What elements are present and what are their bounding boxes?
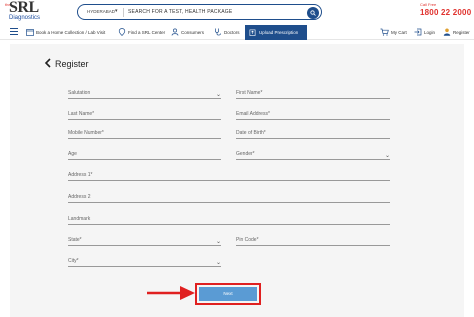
call-label: Call Free bbox=[420, 2, 437, 7]
city-selector[interactable]: HYDERABAD bbox=[87, 9, 115, 14]
srl-logo[interactable]: the SRL Diagnostics bbox=[5, 0, 53, 23]
divider bbox=[123, 8, 124, 17]
location-pin-icon bbox=[118, 28, 126, 36]
nav-label: Consumers bbox=[181, 29, 205, 35]
last-name-field[interactable]: Last Name* bbox=[68, 108, 221, 120]
login-link[interactable]: Login bbox=[414, 24, 435, 40]
age-field[interactable]: Age bbox=[68, 148, 221, 160]
upload-icon bbox=[249, 29, 256, 36]
nav-label: Doctors bbox=[224, 29, 240, 35]
main-nav: Book a Home Collection / Lab Visit Find … bbox=[0, 24, 474, 40]
landmark-field[interactable]: Landmark bbox=[68, 213, 390, 225]
dob-field[interactable]: Date of Birth* bbox=[236, 127, 390, 139]
mobile-field[interactable]: Mobile Number* bbox=[68, 127, 221, 139]
field-label: Age bbox=[68, 151, 77, 157]
gender-select[interactable]: Gender* ⌄ bbox=[236, 148, 390, 160]
field-label: Gender* bbox=[236, 151, 255, 157]
back-chevron-icon[interactable] bbox=[44, 58, 52, 68]
nav-home-collection[interactable]: Book a Home Collection / Lab Visit bbox=[26, 24, 105, 40]
register-user-icon bbox=[443, 28, 451, 36]
nav-label: Find a SRL Center bbox=[128, 29, 166, 35]
search-button[interactable] bbox=[307, 6, 319, 19]
register-link[interactable]: Register bbox=[443, 24, 470, 40]
field-label: First Name* bbox=[236, 90, 263, 96]
page-title: Register bbox=[55, 59, 89, 69]
next-button[interactable]: Next bbox=[199, 287, 257, 301]
field-label: Mobile Number* bbox=[68, 130, 104, 136]
field-label: Address 1* bbox=[68, 172, 93, 178]
nav-doctors[interactable]: Doctors bbox=[214, 24, 240, 40]
nav-label: Upload Prescription bbox=[259, 30, 299, 35]
user-icon bbox=[171, 28, 179, 36]
field-label: Pin Code* bbox=[236, 237, 259, 243]
field-label: Salutation bbox=[68, 90, 91, 96]
field-label: Date of Birth* bbox=[236, 130, 266, 136]
my-cart-link[interactable]: My Cart bbox=[380, 24, 407, 40]
address1-field[interactable]: Address 1* bbox=[68, 169, 390, 181]
top-header: the SRL Diagnostics HYDERABAD ▾ SEARCH F… bbox=[0, 0, 474, 24]
annotation-arrow-icon bbox=[147, 286, 195, 300]
address2-field[interactable]: Address 2 bbox=[68, 191, 390, 203]
chevron-down-icon: ⌄ bbox=[215, 239, 221, 245]
nav-find-center[interactable]: Find a SRL Center bbox=[118, 24, 165, 40]
state-select[interactable]: State* ⌄ bbox=[68, 234, 221, 246]
login-icon bbox=[414, 28, 422, 36]
chevron-down-icon: ⌄ bbox=[384, 153, 390, 159]
nav-consumers[interactable]: Consumers bbox=[171, 24, 204, 40]
field-label: Last Name* bbox=[68, 111, 95, 117]
logo-sub: Diagnostics bbox=[9, 15, 41, 21]
cart-label: My Cart bbox=[391, 29, 407, 35]
nav-upload-prescription[interactable]: Upload Prescription bbox=[245, 25, 307, 40]
nav-label: Book a Home Collection / Lab Visit bbox=[36, 29, 106, 35]
phone-number[interactable]: 1800 22 2000 bbox=[420, 8, 471, 17]
salutation-select[interactable]: Salutation ⌄ bbox=[68, 87, 221, 99]
pin-code-field[interactable]: Pin Code* bbox=[236, 234, 390, 246]
search-icon bbox=[310, 9, 316, 16]
cart-icon bbox=[380, 28, 389, 36]
chevron-down-icon: ▾ bbox=[115, 8, 118, 14]
first-name-field[interactable]: First Name* bbox=[236, 87, 390, 99]
search-input[interactable]: SEARCH FOR A TEST, HEALTH PACKAGE bbox=[128, 9, 232, 15]
field-label: Address 2 bbox=[68, 194, 91, 200]
register-label: Register bbox=[453, 29, 470, 35]
chevron-down-icon: ⌄ bbox=[215, 260, 221, 266]
login-label: Login bbox=[424, 29, 436, 35]
search-bar[interactable]: HYDERABAD ▾ SEARCH FOR A TEST, HEALTH PA… bbox=[77, 4, 322, 20]
field-label: Landmark bbox=[68, 216, 91, 222]
field-label: Email Address* bbox=[236, 111, 270, 117]
chevron-down-icon: ⌄ bbox=[215, 92, 221, 98]
stethoscope-icon bbox=[215, 28, 221, 36]
email-field[interactable]: Email Address* bbox=[236, 108, 390, 120]
calendar-icon bbox=[26, 29, 34, 36]
menu-icon[interactable] bbox=[10, 28, 18, 35]
field-label: State* bbox=[68, 237, 82, 243]
city-select[interactable]: City* ⌄ bbox=[68, 255, 221, 267]
field-label: City* bbox=[68, 258, 79, 264]
